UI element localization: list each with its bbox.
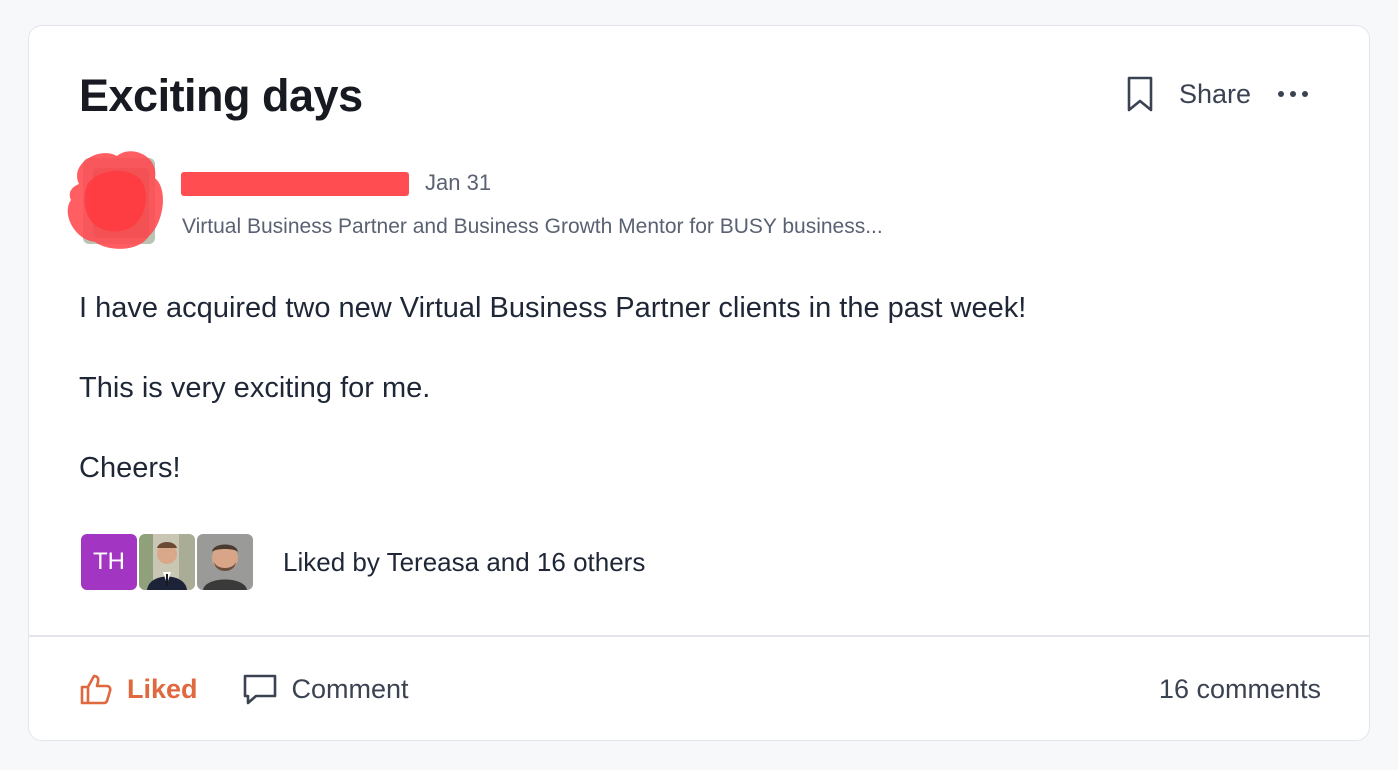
post-body: I have acquired two new Virtual Business… [79,288,1026,528]
person-photo-1-icon [139,534,195,590]
likers-row[interactable]: TH Liked by Tereasa and 16 others [81,534,645,590]
more-icon [1278,91,1308,97]
person-photo-2-icon [197,534,253,590]
liker-avatar[interactable] [197,534,253,590]
post-paragraph: I have acquired two new Virtual Business… [79,292,1027,324]
bookmark-icon [1127,76,1153,112]
comment-icon [243,674,276,705]
more-options-button[interactable] [1275,74,1311,114]
redacted-avatar-icon [67,151,163,249]
post-paragraph: This is very exciting for me. [79,372,431,404]
like-label: Liked [127,673,198,704]
author-avatar[interactable] [59,144,169,254]
liker-avatar[interactable] [139,534,195,590]
thumbs-up-icon [80,674,112,705]
author-tagline: Virtual Business Partner and Business Gr… [182,215,883,238]
share-button[interactable]: Share [1179,79,1251,110]
comment-button[interactable]: Comment [242,672,409,706]
bookmark-button[interactable] [1123,74,1157,114]
post-title: Exciting days [79,70,363,121]
footer-divider [29,635,1369,637]
comment-count[interactable]: 16 comments [1159,674,1321,705]
like-button[interactable]: Liked [79,672,198,706]
post-date: Jan 31 [425,170,492,195]
post-top-actions: Share [1123,74,1311,114]
post-paragraph: Cheers! [79,452,181,484]
liked-by-summary[interactable]: Liked by Tereasa and 16 others [283,547,645,578]
comment-label: Comment [291,673,409,704]
post-footer: Liked Comment 16 comments [79,669,1321,709]
author-name-redacted[interactable] [181,172,409,196]
post-card: Exciting days Share Jan 31 Virtual Busin… [28,25,1370,741]
liker-avatar[interactable]: TH [81,534,137,590]
